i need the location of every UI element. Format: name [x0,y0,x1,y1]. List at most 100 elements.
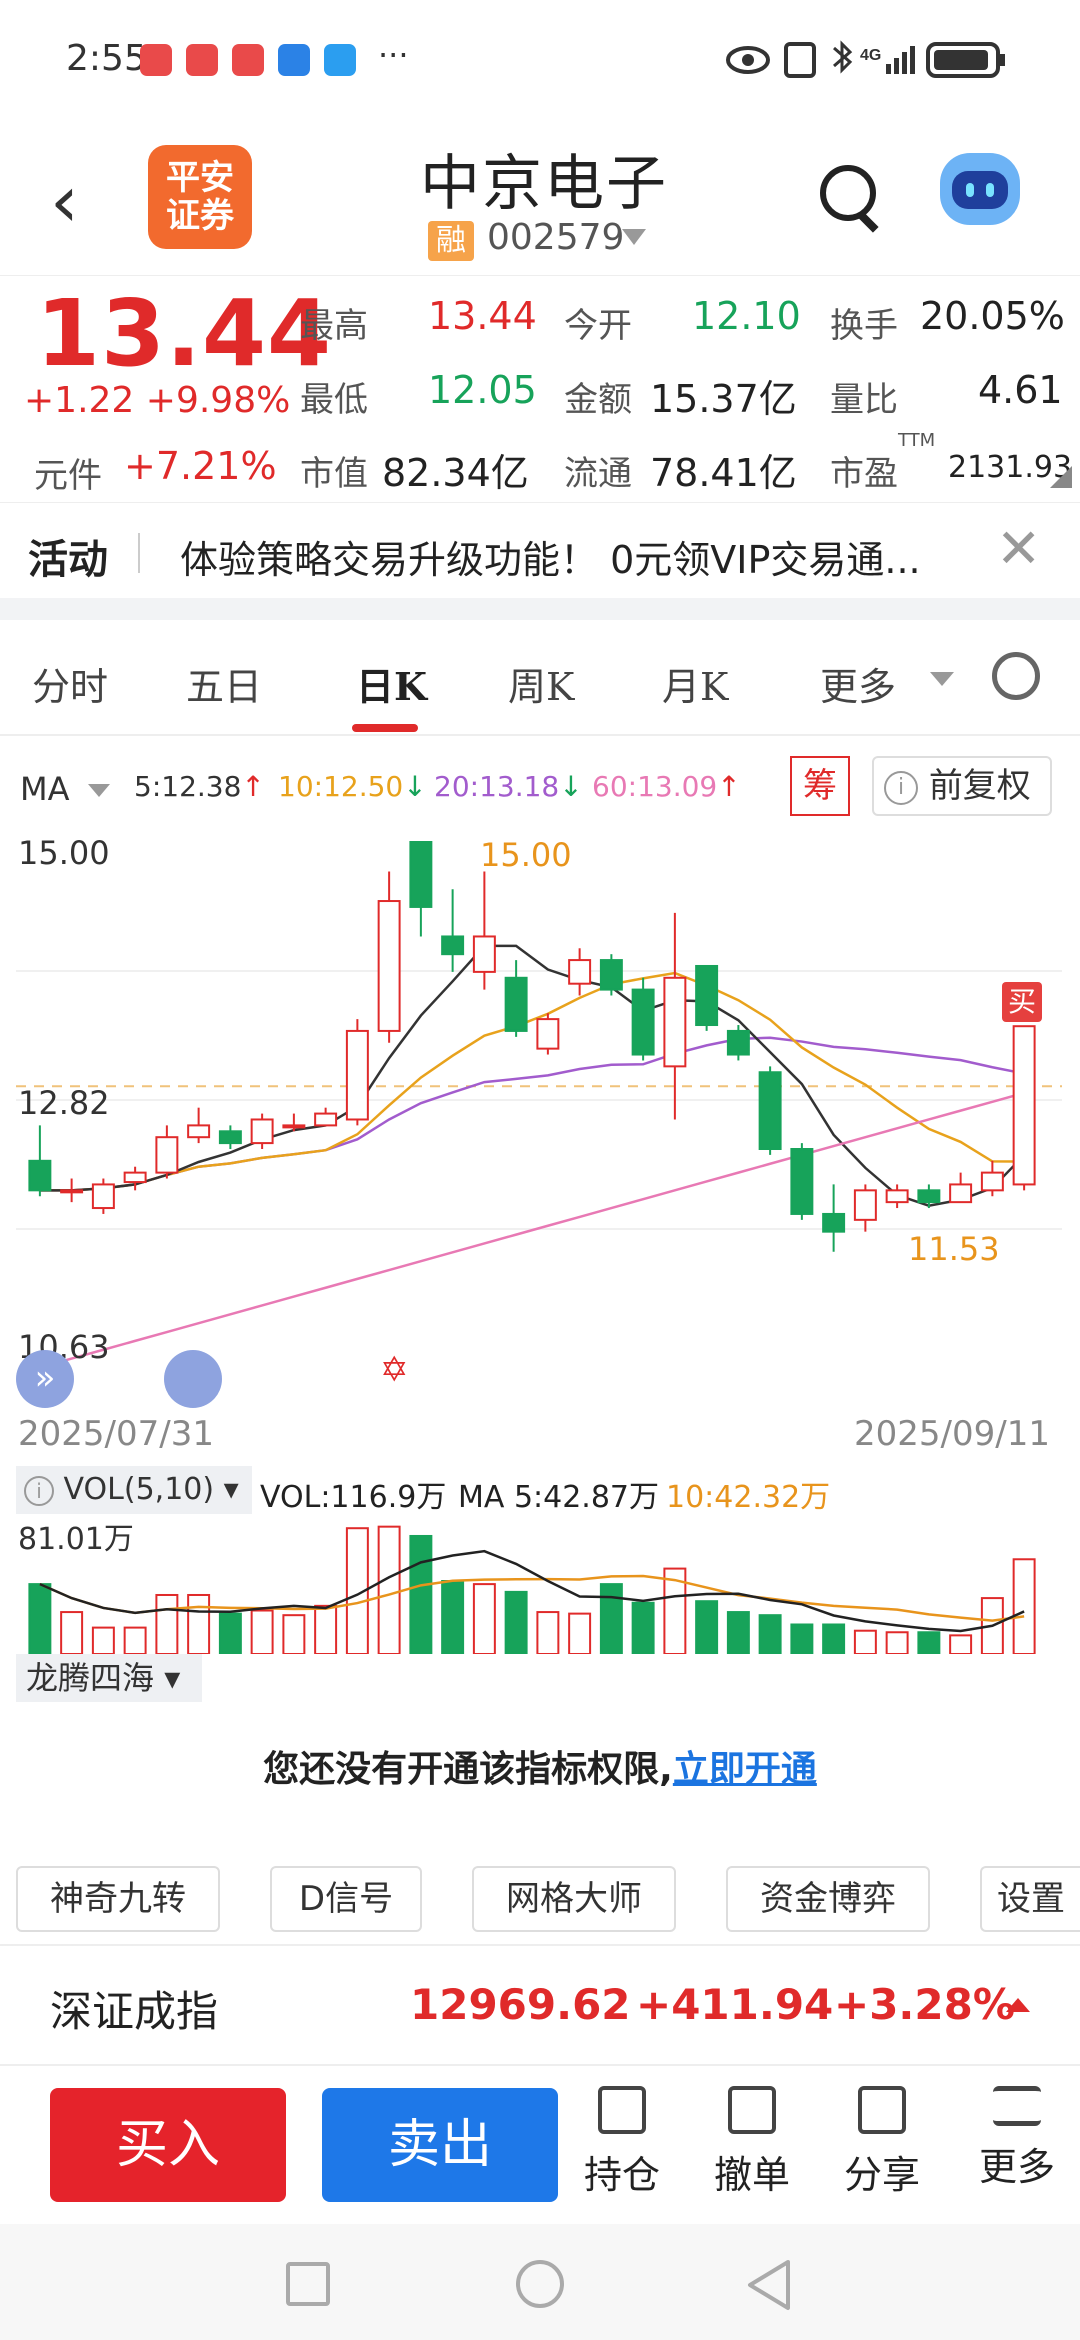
candle-body [60,1189,84,1194]
tab-five-day[interactable]: 五日 [186,656,262,711]
low-marker-label: 11.53 [908,1230,1000,1268]
volume-bar [314,1604,338,1654]
candle-body [980,1171,1004,1192]
index-change-pct: +3.28% [834,1980,1015,2029]
chip-distribution-button[interactable]: 筹 [790,756,850,816]
menu-icon [993,2086,1041,2126]
gear-icon[interactable] [992,652,1040,700]
notification-icon [140,44,172,76]
system-nav-bar [0,2224,1080,2340]
expand-icon[interactable]: » [16,1350,74,1408]
volume-bar [822,1623,846,1654]
activity-text[interactable]: 体验策略交易升级功能！ 0元领VIP交易通... [180,529,921,584]
candle-body [758,1071,782,1151]
candle-body [155,1136,179,1174]
volume-bar [917,1631,941,1654]
back-icon[interactable] [744,2258,794,2312]
candle-body [536,1018,560,1050]
buy-signal-marker[interactable]: 买 [1002,982,1042,1022]
tab-monthly-k[interactable]: 月K [662,656,728,711]
expand-corner-icon[interactable] [1050,466,1072,488]
volume-bar [123,1626,147,1654]
tool-grid-master[interactable]: 网格大师 [472,1866,676,1932]
volume-bar [504,1590,528,1654]
notification-icon [232,44,264,76]
index-change: +411.94 [636,1980,834,2029]
info-icon: i [24,1475,54,1506]
volume-bar [568,1612,592,1654]
volume-bar [60,1611,84,1654]
candle-body [345,1029,369,1121]
volume-ratio-value: 4.61 [978,368,1063,412]
buy-button[interactable]: 买入 [50,2088,286,2202]
low-value: 12.05 [428,368,537,412]
float-cap-value: 78.41亿 [650,451,797,495]
volume-bar [885,1631,909,1654]
volume-indicator-select[interactable]: i VOL(5,10) ▾ [16,1466,252,1514]
activity-banner[interactable]: 活动 体验策略交易升级功能！ 0元领VIP交易通... ✕ [0,502,1080,598]
recent-apps-icon[interactable] [286,2262,330,2306]
volume-bar [155,1593,179,1654]
index-bar[interactable]: 深证成指 12969.62 +411.94 +3.28% [0,1944,1080,2064]
tab-weekly-k[interactable]: 周K [508,656,574,711]
chat-icon [324,44,356,76]
stock-code[interactable]: 002579 [487,217,624,258]
activate-link[interactable]: 立即开通 [673,1749,817,1790]
ma-label[interactable]: MA [20,770,70,808]
volume-bar [409,1534,433,1654]
network-type: 4G [860,47,881,64]
active-tab-indicator [352,724,418,732]
price-change: +1.22 +9.98% [24,380,291,421]
signal-icon [886,64,891,74]
adjust-button[interactable]: i 前复权 [872,756,1052,816]
volume-bar [187,1593,211,1654]
candlestick-svg [16,841,1062,1369]
star-event-icon[interactable]: ✡ [380,1350,409,1390]
date-start-label: 2025/07/31 [18,1414,214,1454]
stock-header: ‹ 平安 证券 中京电子 融 002579 [0,125,1080,275]
ai-assistant-icon[interactable] [940,153,1020,225]
more-button[interactable]: 更多 [962,2086,1072,2191]
candle-body [853,1189,877,1221]
sell-button[interactable]: 卖出 [322,2088,558,2202]
tool-settings[interactable]: 设置 [980,1866,1080,1932]
tab-more[interactable]: 更多 [820,656,896,711]
volume-legend: i VOL(5,10) ▾ VOL:116.9万 MA 5:42.87万 10:… [16,1466,1062,1515]
volume-bar [218,1612,242,1654]
tool-nine-turn[interactable]: 神奇九转 [16,1866,220,1932]
chevron-down-icon[interactable] [88,784,110,797]
indicator-select[interactable]: 龙腾四海 ▾ [16,1654,202,1702]
chevron-down-icon[interactable] [622,229,646,245]
home-icon[interactable] [516,2260,564,2308]
volume-bar [726,1611,750,1654]
market-cap-label: 市值 [300,454,368,494]
candle-body [250,1118,274,1145]
volume-bar [853,1629,877,1654]
tool-fund-game[interactable]: 资金博弈 [726,1866,930,1932]
candle-body [1012,1025,1036,1186]
notification-icon [186,44,218,76]
notification-icon [278,44,310,76]
ma20-value: 20:13.18↓ [434,770,583,803]
candle-body [282,1124,306,1129]
candlestick-chart[interactable]: 15.00 12.82 10.63 15.00 11.53 买 » ✡ [16,830,1062,1410]
volume-bar [282,1614,306,1654]
candle-body [726,1029,750,1056]
candle-body [123,1171,147,1184]
volume-ma10: 10:42.32万 [666,1480,831,1515]
cancel-order-button[interactable]: 撤单 [702,2086,802,2199]
status-icons: 4G [726,40,1005,78]
tab-intraday[interactable]: 分时 [32,656,108,711]
chevron-left-icon[interactable]: ‹ [50,165,79,237]
holdings-button[interactable]: 持仓 [572,2086,672,2199]
close-icon[interactable]: ✕ [996,517,1041,580]
share-button[interactable]: 分享 [832,2086,932,2199]
tool-d-signal[interactable]: D信号 [270,1866,422,1932]
ma10-line [39,971,1025,1192]
tab-daily-k[interactable]: 日K [356,656,427,711]
fullscreen-icon[interactable] [164,1350,222,1408]
chevron-down-icon[interactable] [930,672,954,686]
volume-chart[interactable]: 81.01万 [16,1514,1062,1654]
volume-svg [28,1525,1036,1654]
search-icon[interactable] [820,165,876,221]
